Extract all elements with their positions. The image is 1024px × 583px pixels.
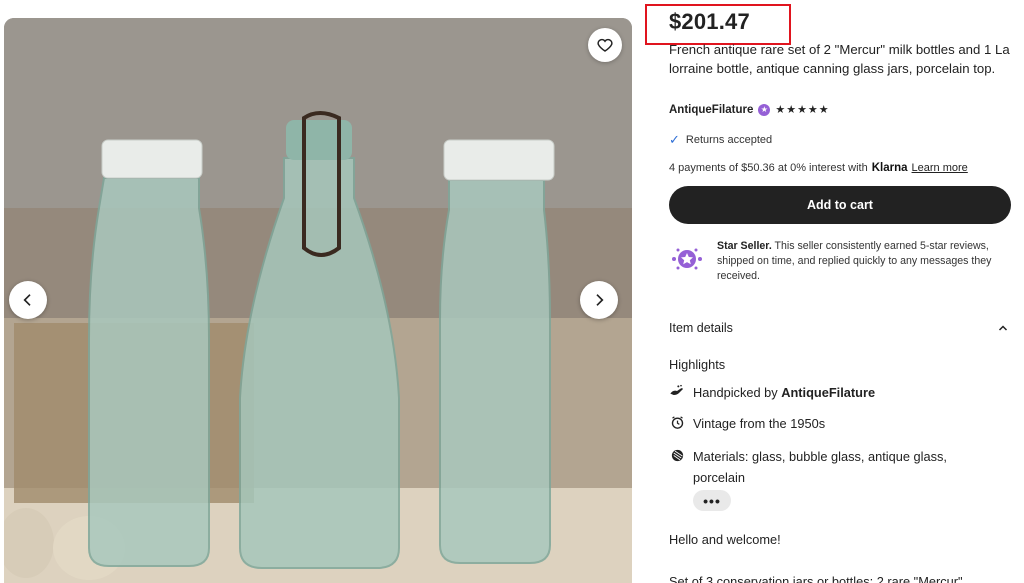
- star-seller-badge-icon: ★: [758, 103, 771, 116]
- klarna-logo: Klarna: [871, 162, 908, 174]
- star-seller-info: Star Seller. This seller consistently ea…: [669, 239, 1014, 284]
- materials-icon: [669, 446, 685, 488]
- chevron-left-icon: [23, 294, 31, 306]
- listing-title: French antique rare set of 2 "Mercur" mi…: [669, 42, 1010, 76]
- returns-info: ✓ Returns accepted: [669, 132, 772, 148]
- highlight-materials: Materials: glass, bubble glass, antique …: [669, 446, 989, 488]
- listing-photo: [4, 18, 632, 583]
- listing-price: $201.47: [669, 9, 750, 34]
- favorite-button[interactable]: [588, 28, 622, 62]
- chevron-right-icon: [596, 294, 604, 306]
- listing-image-gallery[interactable]: [4, 18, 632, 583]
- klarna-text: 4 payments of $50.36 at 0% interest with: [669, 162, 868, 174]
- klarna-payment-info: 4 payments of $50.36 at 0% interest with…: [669, 162, 968, 174]
- hand-icon: [669, 382, 685, 403]
- description-first-line: Set of 3 conservation jars or bottles: 2…: [669, 574, 963, 583]
- heart-icon: [597, 38, 613, 52]
- star-seller-description: Star Seller. This seller consistently ea…: [717, 239, 1014, 284]
- add-to-cart-button[interactable]: Add to cart: [669, 186, 1011, 224]
- shop-name-link[interactable]: AntiqueFilature: [669, 104, 753, 116]
- shop-rating-stars[interactable]: ★★★★★: [775, 103, 829, 116]
- highlight-handpicked: Handpicked by AntiqueFilature: [669, 382, 989, 403]
- chevron-up-icon: [998, 325, 1008, 331]
- star-seller-icon: [669, 239, 705, 279]
- previous-image-button[interactable]: [9, 281, 47, 319]
- highlights-heading: Highlights: [669, 357, 726, 372]
- more-highlights-button[interactable]: •••: [693, 490, 731, 511]
- check-icon: ✓: [669, 132, 680, 147]
- materials-text: Materials: glass, bubble glass, antique …: [693, 449, 947, 485]
- klarna-learn-more-link[interactable]: Learn more: [912, 162, 968, 174]
- shop-rating-row: AntiqueFilature ★ ★★★★★: [669, 103, 830, 116]
- item-details-heading: Item details: [669, 321, 733, 335]
- description-greeting: Hello and welcome!: [669, 532, 781, 547]
- item-details-toggle[interactable]: Item details: [669, 321, 1009, 335]
- clock-icon: [669, 413, 685, 434]
- highlight-vintage: Vintage from the 1950s: [669, 413, 989, 434]
- next-image-button[interactable]: [580, 281, 618, 319]
- star-seller-title: Star Seller.: [717, 240, 772, 252]
- handpicked-shop-link[interactable]: AntiqueFilature: [781, 385, 875, 400]
- returns-label: Returns accepted: [685, 134, 773, 146]
- vintage-text: Vintage from the 1950s: [693, 416, 826, 431]
- handpicked-prefix: Handpicked by: [693, 385, 778, 400]
